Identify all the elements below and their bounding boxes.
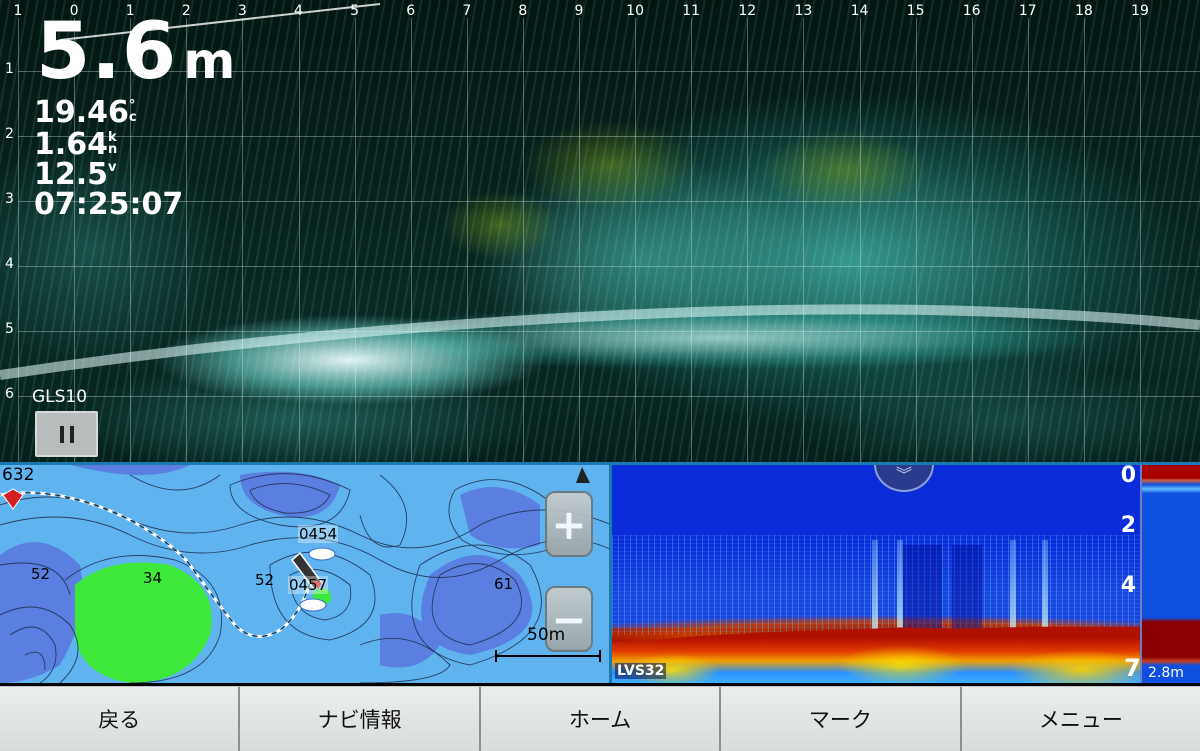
sonar-y-tick: 3: [5, 191, 14, 207]
sonar-x-tick: 1: [13, 3, 23, 19]
sonar-x-tick: 13: [794, 3, 813, 19]
pause-icon: [59, 425, 64, 443]
sonar-x-tick: 3: [237, 3, 247, 19]
contour-depth-label: 61: [494, 575, 514, 593]
softkey-bar: 戻る ナビ情報 ホーム マーク メニュー: [0, 686, 1200, 751]
sonar-grid-line: [18, 396, 1200, 397]
sonar-x-tick: 16: [962, 3, 981, 19]
sonar-x-tick: 8: [518, 3, 528, 19]
pause-icon: [69, 425, 74, 443]
sonar-x-tick: 10: [626, 3, 645, 19]
sonar-y-tick: 5: [5, 321, 14, 337]
sonar-y-tick: 4: [5, 256, 14, 272]
depth-readout: 5.6 m: [36, 10, 236, 103]
pause-button[interactable]: [35, 411, 98, 457]
echo-range-sub: 2.8m: [1148, 665, 1184, 681]
map-scale-label: 50m: [527, 625, 566, 645]
echo-sounder-panel[interactable]: 0 2 4 LVS32 7 2.8m ︾: [612, 465, 1200, 683]
echo-column: [1010, 540, 1016, 635]
echo-column: [897, 540, 903, 635]
depth-unit: m: [183, 32, 237, 90]
sonar-y-tick: 1: [5, 61, 14, 77]
sonar-grid-line: [18, 331, 1200, 332]
echo-source-label: LVS32: [615, 663, 667, 679]
sidescan-sonar-panel[interactable]: 1 0 1 2 3 4 5 6 7 8 9 10 11 12 13 14 15 16 17 18 19 1 2 3 4 5 6 5.…: [0, 0, 1200, 462]
sonar-x-tick: 9: [574, 3, 584, 19]
menu-button[interactable]: メニュー: [961, 687, 1200, 751]
zoom-in-button[interactable]: +: [545, 491, 593, 557]
sonar-x-tick: 19: [1131, 3, 1149, 19]
sonar-x-tick: 17: [1018, 3, 1037, 19]
sonar-source-label: GLS10: [32, 387, 88, 407]
sonar-x-tick: 4: [294, 3, 303, 19]
echo-column: [1042, 540, 1048, 635]
echo-gap: [952, 545, 982, 635]
back-button[interactable]: 戻る: [0, 687, 241, 751]
waypoint-label[interactable]: 0454: [298, 525, 339, 543]
clock-readout: 07:25:07: [34, 187, 184, 222]
echo-depth-tick: 0: [1120, 465, 1136, 488]
double-chevron-down-icon: ︾: [895, 465, 912, 484]
sonar-x-tick: 7: [462, 3, 472, 19]
contour-depth-label: 52: [255, 571, 275, 589]
echo-range-value: 7: [1124, 654, 1141, 682]
echo-gap: [902, 545, 942, 635]
nav-info-button[interactable]: ナビ情報: [240, 687, 481, 751]
echo-depth-tick: 4: [1120, 573, 1136, 598]
chart-map-panel[interactable]: 632 0454 0457 52 34 52 61 + − 50m: [0, 465, 612, 683]
echo-display: [612, 465, 1140, 683]
sonar-x-tick: 14: [850, 3, 869, 19]
contour-depth-label: 34: [143, 569, 163, 587]
speed-unit: kn: [108, 130, 118, 157]
contour-depth-label: 52: [31, 565, 51, 583]
sonar-x-tick: 6: [406, 3, 416, 19]
echo-column: [872, 540, 878, 635]
sonar-y-tick: 2: [5, 126, 14, 142]
sonar-x-tick: 5: [350, 3, 360, 19]
waypoint-label[interactable]: 0457: [288, 576, 329, 594]
echo-depth-tick: 2: [1120, 513, 1136, 538]
sonar-x-tick: 12: [738, 3, 757, 19]
water-temp-unit: °c: [128, 98, 137, 125]
water-temp-value: 19.46: [34, 95, 129, 130]
sonar-grid-line: [18, 266, 1200, 267]
sonar-x-tick: 18: [1074, 3, 1093, 19]
home-button[interactable]: ホーム: [480, 687, 722, 751]
echo-color-scale: [1140, 465, 1200, 683]
sonar-grid-line: [18, 201, 1200, 202]
sonar-y-tick: 6: [5, 386, 14, 402]
track-point-count: 632: [2, 465, 35, 485]
mark-button[interactable]: マーク: [721, 687, 962, 751]
sonar-x-tick: 15: [906, 3, 925, 19]
depth-value: 5.6: [36, 7, 178, 97]
bathymetry-contours: [0, 465, 609, 683]
sonar-grid-line: [18, 136, 1200, 137]
water-temp-readout: 19.46°c: [34, 97, 139, 129]
voltage-unit: v: [108, 160, 117, 175]
sonar-x-tick: 11: [682, 3, 701, 19]
